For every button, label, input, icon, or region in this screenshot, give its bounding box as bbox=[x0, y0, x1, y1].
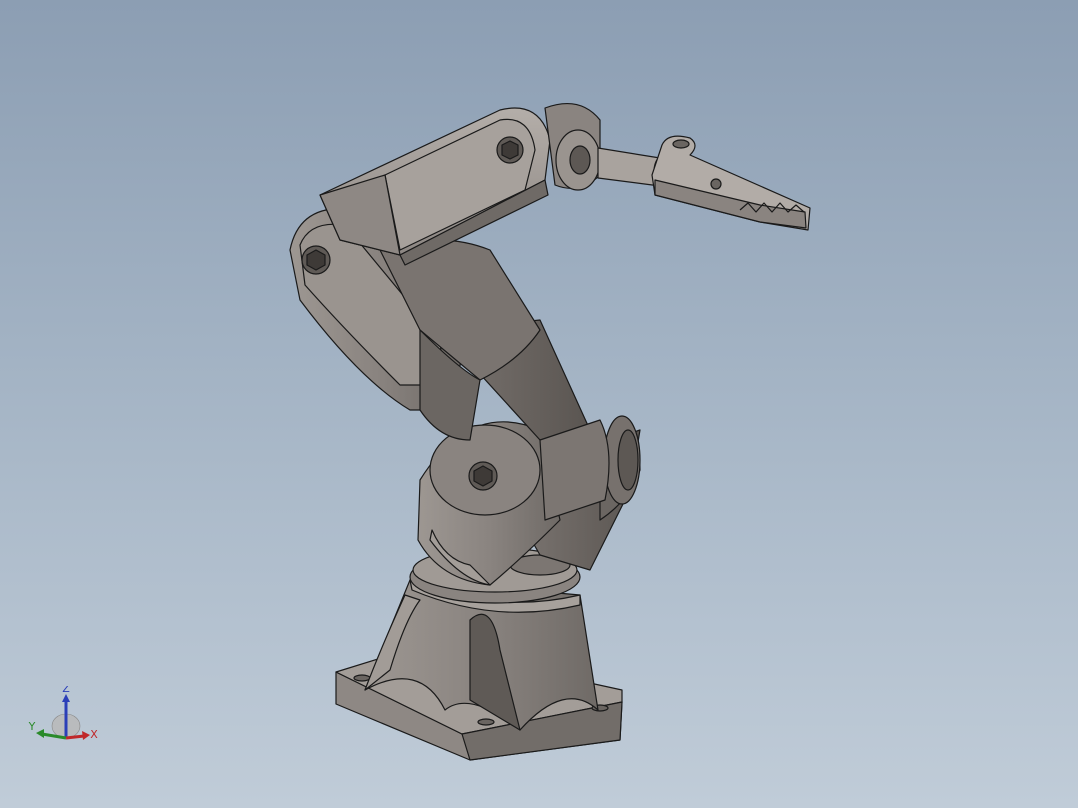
forearm-joint-bolt[interactable] bbox=[496, 136, 524, 164]
x-axis-arrow bbox=[65, 734, 85, 740]
forearm-link[interactable] bbox=[319, 107, 551, 266]
z-axis-arrowhead bbox=[62, 694, 70, 702]
z-axis-label: Z bbox=[62, 686, 70, 695]
lower-joint-bolt[interactable] bbox=[468, 461, 498, 491]
y-axis-arrowhead bbox=[36, 729, 44, 738]
graphics-viewport[interactable]: Z Y X bbox=[0, 0, 1078, 808]
gripper-clip[interactable] bbox=[651, 135, 811, 231]
elbow-joint-bolt[interactable] bbox=[301, 245, 331, 275]
wrist-joint[interactable] bbox=[544, 102, 601, 191]
axis-triad[interactable]: Z Y X bbox=[22, 686, 102, 750]
y-axis-label: Y bbox=[28, 720, 36, 733]
x-axis-arrowhead bbox=[82, 731, 90, 740]
x-axis-label: X bbox=[90, 728, 98, 741]
robot-arm-model[interactable] bbox=[0, 0, 1078, 808]
